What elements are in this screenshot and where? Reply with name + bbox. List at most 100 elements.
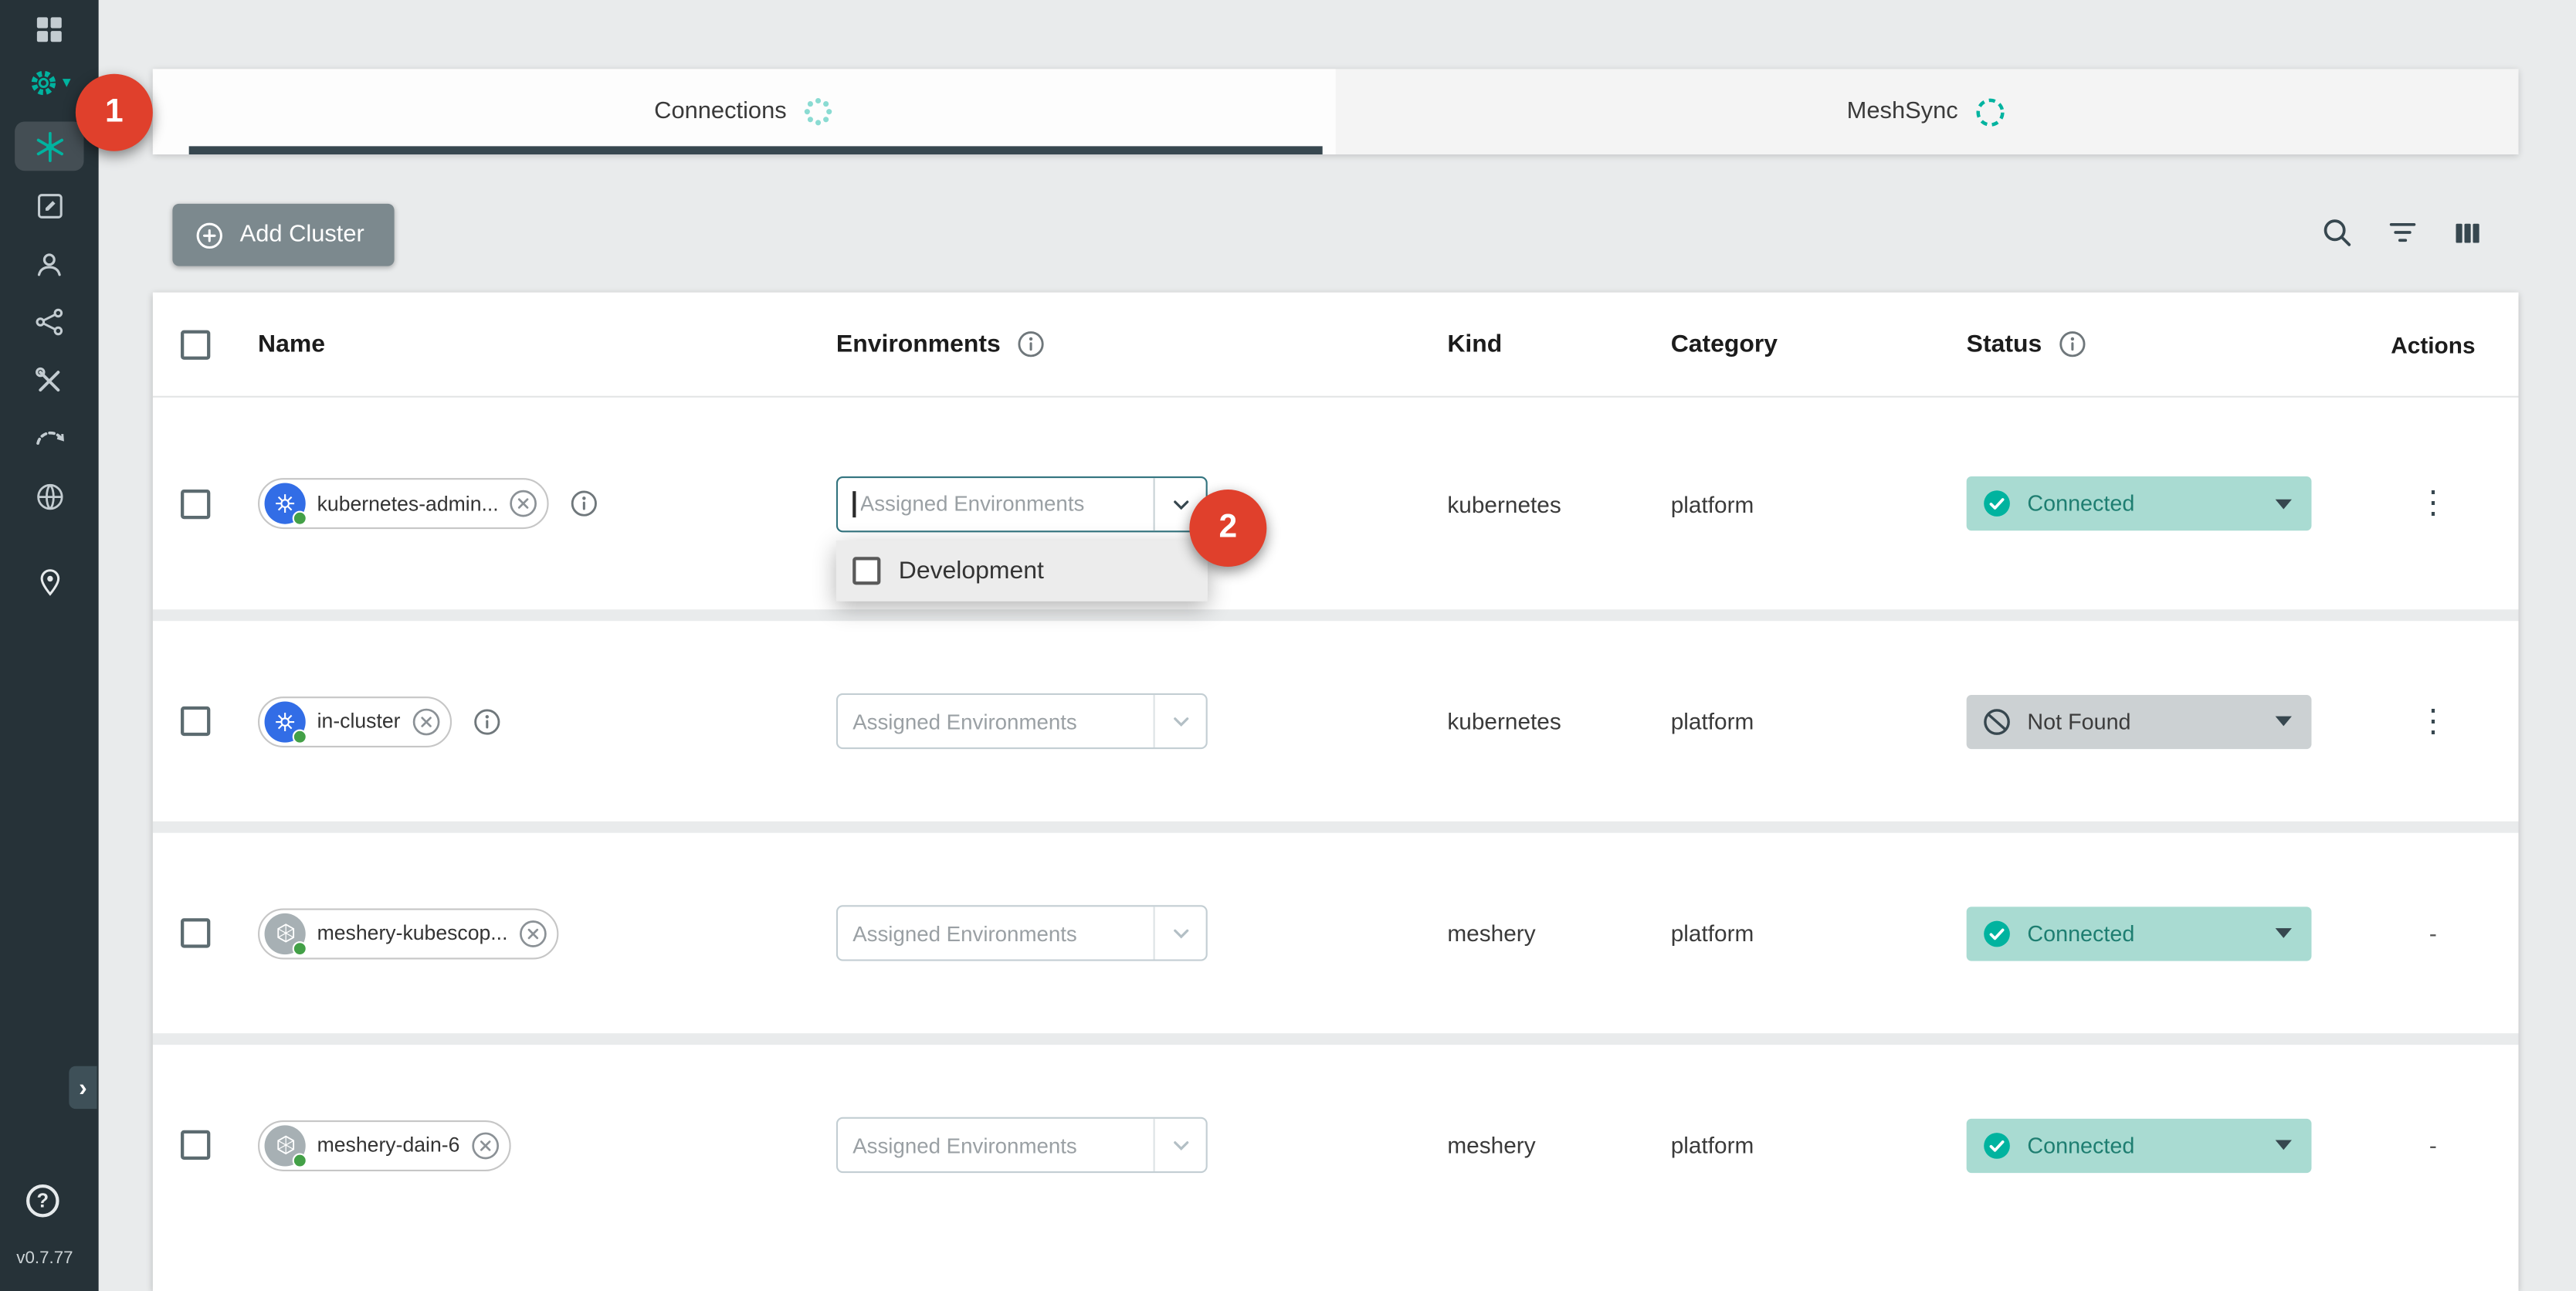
connection-name: kubernetes-admin... [317, 492, 499, 515]
environments-placeholder: Assigned Environments [852, 1133, 1153, 1157]
status-select[interactable]: Connected [1967, 906, 2312, 960]
help-button[interactable]: ? [26, 1184, 59, 1218]
view-columns-icon[interactable] [2451, 216, 2484, 249]
status-caret-icon [2276, 717, 2292, 727]
users-icon[interactable] [0, 248, 99, 281]
meshery-avatar-icon [265, 1124, 306, 1165]
chevron-down-icon [1165, 1130, 1195, 1160]
connection-name: meshery-kubescop... [317, 922, 508, 945]
text-cursor [852, 490, 855, 517]
status-label: Connected [2027, 1133, 2275, 1157]
chip-delete-icon[interactable] [517, 917, 548, 948]
question-icon: ? [37, 1189, 49, 1212]
lifecycle-icon [32, 129, 66, 164]
table-row: kubernetes-admin... Assigned Environment… [153, 398, 2519, 609]
kubernetes-avatar-icon [265, 483, 306, 524]
category-value: platform [1671, 490, 1754, 517]
meshsync-loader-icon [1973, 94, 2008, 129]
pipeline-icon[interactable] [0, 306, 99, 339]
row-checkbox[interactable] [181, 489, 210, 518]
select-chevron-button[interactable] [1154, 1119, 1206, 1171]
connection-status-dot [293, 940, 307, 955]
location-pin-icon[interactable] [0, 567, 99, 598]
select-all-checkbox[interactable] [181, 330, 210, 359]
status-caret-icon [2276, 928, 2292, 938]
settings-caret-icon: ▾ [63, 75, 71, 91]
select-chevron-button[interactable] [1154, 906, 1206, 959]
chip-delete-icon[interactable] [508, 488, 539, 519]
connection-info-icon[interactable] [471, 706, 502, 737]
chevron-down-icon [1165, 489, 1195, 518]
connection-name: in-cluster [317, 710, 401, 733]
environments-option[interactable]: Development [836, 540, 1208, 601]
tab-connections[interactable]: Connections [153, 69, 1336, 154]
connection-chip[interactable]: in-cluster [258, 696, 451, 747]
header-actions: Actions [2391, 331, 2475, 357]
table-header-row: Name Environments Kind Category Status A… [153, 293, 2519, 398]
active-tab-indicator [189, 146, 1323, 154]
chevron-down-icon [1165, 918, 1195, 947]
environments-info-icon[interactable] [1015, 329, 1046, 360]
select-chevron-button[interactable] [1154, 695, 1206, 747]
header-environments: Environments [836, 330, 1001, 358]
sidebar-collapse-button[interactable]: › [69, 1066, 97, 1109]
category-value: platform [1671, 1132, 1754, 1158]
connection-status-dot [293, 1152, 307, 1167]
annotation-step-1: 1 [76, 74, 153, 151]
add-cluster-label: Add Cluster [240, 222, 364, 248]
status-select[interactable]: Not Found [1967, 694, 2312, 748]
connections-loader-icon [802, 95, 835, 128]
row-actions-empty: - [2429, 1132, 2437, 1158]
environments-select[interactable]: Assigned Environments [836, 905, 1208, 961]
environments-select[interactable]: Assigned Environments [836, 1117, 1208, 1173]
chip-delete-icon[interactable] [469, 1130, 500, 1161]
table-toolbar-icons [2320, 215, 2484, 250]
status-caret-icon [2276, 1140, 2292, 1150]
row-actions-empty: - [2429, 920, 2437, 946]
row-checkbox[interactable] [181, 1130, 210, 1160]
tab-meshsync-label: MeshSync [1847, 99, 1958, 125]
row-actions-button[interactable]: ⋮ [2408, 485, 2459, 523]
environments-placeholder: Assigned Environments [860, 491, 1154, 516]
meshery-avatar-icon [265, 913, 306, 954]
filter-icon[interactable] [2385, 215, 2420, 250]
connection-tabs: Connections MeshSync [153, 69, 2519, 154]
performance-icon[interactable] [0, 419, 99, 454]
connection-status-dot [293, 511, 307, 526]
status-select[interactable]: Connected [1967, 1118, 2312, 1172]
environments-placeholder: Assigned Environments [852, 920, 1153, 945]
table-row: in-cluster Assigned Environments [153, 609, 2519, 821]
tab-meshsync[interactable]: MeshSync [1336, 69, 2519, 154]
environments-select[interactable]: Assigned Environments [836, 476, 1208, 531]
connection-chip[interactable]: meshery-dain-6 [258, 1120, 510, 1171]
row-checkbox[interactable] [181, 918, 210, 947]
status-info-icon[interactable] [2056, 329, 2087, 360]
toolkit-icon[interactable] [0, 364, 99, 398]
row-checkbox[interactable] [181, 706, 210, 736]
connection-chip[interactable]: meshery-kubescop... [258, 907, 558, 958]
environments-cell: Assigned Environments [836, 693, 1208, 749]
header-status: Status [1967, 330, 2042, 358]
extensions-icon[interactable] [0, 479, 99, 514]
status-caret-icon [2276, 499, 2292, 509]
connections-table: Name Environments Kind Category Status A… [153, 293, 2519, 1291]
status-select[interactable]: Connected [1967, 476, 2312, 530]
search-icon[interactable] [2320, 215, 2354, 250]
add-cluster-button[interactable]: Add Cluster [172, 204, 394, 266]
connection-info-icon[interactable] [569, 488, 600, 519]
dashboard-icon[interactable] [0, 13, 99, 46]
option-checkbox[interactable] [852, 556, 880, 584]
connection-chip[interactable]: kubernetes-admin... [258, 478, 550, 529]
connected-check-icon [1981, 1130, 2012, 1161]
sidebar-item-lifecycle[interactable] [15, 121, 83, 171]
configuration-icon[interactable] [0, 191, 99, 222]
row-actions-button[interactable]: ⋮ [2408, 703, 2459, 740]
kind-value: meshery [1447, 1132, 1535, 1158]
environments-cell: Assigned Environments [836, 905, 1208, 961]
app-root: ▾ › ? v0.7.77 [0, 0, 2576, 1291]
chip-delete-icon[interactable] [410, 706, 441, 737]
annotation-step-2: 2 [1189, 490, 1266, 567]
kubernetes-avatar-icon [265, 700, 306, 741]
header-kind: Kind [1447, 330, 1502, 358]
environments-select[interactable]: Assigned Environments [836, 693, 1208, 749]
